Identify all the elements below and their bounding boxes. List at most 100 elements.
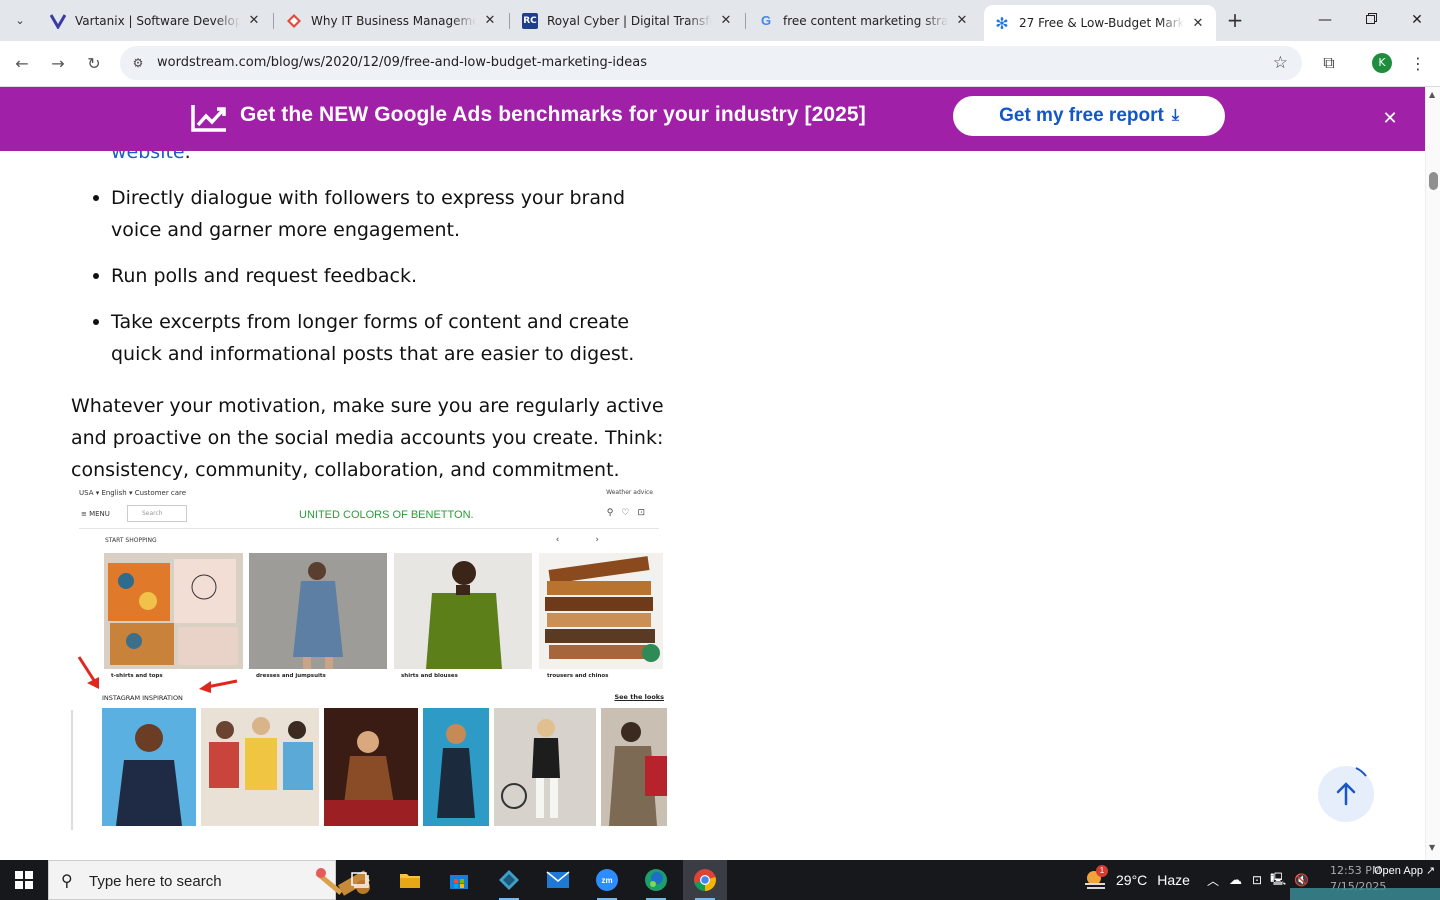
scroll-to-top-button[interactable] (1318, 766, 1374, 822)
arrow-left-icon: ← (15, 53, 29, 73)
chevron-up-icon[interactable]: ︿ (1207, 872, 1219, 889)
instagram-inspiration-label: INSTAGRAM INSPIRATION (102, 694, 183, 702)
annotation-arrows (77, 656, 238, 693)
chrome-icon (694, 869, 716, 891)
close-tab-icon[interactable]: ✕ (954, 13, 970, 28)
start-button[interactable] (0, 860, 48, 900)
close-icon: ✕ (1411, 12, 1423, 28)
windows-logo-icon (15, 871, 33, 889)
weather-widget[interactable]: 1 29°C Haze (1083, 860, 1190, 900)
minimize-icon: — (1318, 12, 1332, 28)
weather-description: Haze (1157, 872, 1190, 888)
open-app-button[interactable]: Open App ↗ (1374, 864, 1435, 877)
extensions-button[interactable]: ⧉ (1316, 50, 1342, 76)
site-settings-icon[interactable]: ⚙ (130, 55, 146, 71)
onedrive-icon[interactable]: ☁ (1229, 872, 1242, 888)
list-item: Take excerpts from longer forms of conte… (93, 306, 671, 370)
microsoft-store-button[interactable] (437, 860, 481, 900)
volume-muted-icon[interactable]: 🔇 (1294, 873, 1309, 887)
close-tab-icon[interactable]: ✕ (482, 13, 498, 28)
figure-carousel-arrows: ‹› (555, 535, 635, 545)
close-window-button[interactable]: ✕ (1394, 0, 1440, 40)
mail-button[interactable] (536, 860, 580, 900)
instagram-photo-6 (601, 708, 667, 826)
weather-haze-icon: 1 (1083, 865, 1109, 892)
task-view-button[interactable] (338, 860, 382, 900)
figure-brand: UNITED COLORS OF BENETTON. (299, 509, 474, 521)
tab-title: Why IT Business Management i (311, 13, 476, 28)
taskbar-search-box[interactable]: ⚲ Type here to search (48, 860, 370, 900)
figure-start-shopping: START SHOPPING (105, 537, 157, 544)
web-page: Get the NEW Google Ads benchmarks for yo… (0, 87, 1425, 860)
close-tab-icon[interactable]: ✕ (718, 13, 734, 28)
close-tab-icon[interactable]: ✕ (1190, 16, 1206, 31)
instagram-photo-3 (324, 708, 418, 826)
list-item: Run polls and request feedback. (93, 260, 671, 292)
arrow-right-icon: → (51, 53, 65, 73)
tab-vartanix[interactable]: Vartanix | Software Developmen ✕ (40, 5, 272, 36)
figure-menu: ≡ MENU (81, 510, 110, 518)
tab-search-button[interactable]: ⌄ (8, 8, 32, 32)
promo-banner: Get the NEW Google Ads benchmarks for yo… (0, 87, 1425, 151)
reload-button[interactable]: ↻ (80, 49, 108, 77)
chart-growth-icon (191, 105, 226, 132)
banner-headline: Get the NEW Google Ads benchmarks for yo… (240, 103, 866, 126)
arrow-up-icon (1336, 767, 1367, 806)
zoom-icon: zm (596, 869, 618, 891)
search-icon: ⚲ (61, 871, 73, 890)
minimize-button[interactable]: — (1302, 0, 1348, 40)
product-caption: dresses and jumpsuits (256, 673, 326, 679)
instagram-photo-1 (102, 708, 196, 826)
edge-icon (645, 869, 667, 891)
instagram-photo-5 (494, 708, 596, 826)
product-photo-shirts (394, 553, 532, 669)
article-paragraph: Whatever your motivation, make sure you … (71, 395, 664, 481)
restore-icon (1365, 12, 1377, 28)
tab-wordstream[interactable]: ✻ 27 Free & Low-Budget Marketi ✕ (984, 5, 1216, 41)
network-icon[interactable]: 🖳 (1270, 870, 1286, 891)
restore-button[interactable] (1348, 0, 1394, 40)
article-bullet-list: Directly dialogue with followers to expr… (93, 182, 671, 384)
instagram-photo-4 (423, 708, 489, 826)
edge-button[interactable] (634, 860, 678, 900)
google-icon: G (760, 13, 772, 28)
diamond-app-icon (499, 870, 519, 890)
url-text[interactable]: wordstream.com/blog/ws/2020/12/09/free-a… (157, 55, 647, 70)
browser-toolbar: ← → ↻ ⚙ wordstream.com/blog/ws/2020/12/0… (0, 41, 1440, 87)
kebab-menu-icon: ⋮ (1410, 53, 1426, 73)
bookmark-star-icon[interactable]: ☆ (1273, 53, 1288, 73)
app-diamond-button[interactable] (487, 860, 531, 900)
tab-google-search[interactable]: G free content marketing strateg ✕ (748, 5, 980, 36)
chrome-button[interactable] (683, 860, 727, 900)
task-view-icon (351, 872, 369, 888)
mail-icon (546, 871, 570, 888)
scroll-up-arrow-icon[interactable]: ▲ (1429, 90, 1435, 99)
forward-button[interactable]: → (44, 49, 72, 77)
scrollbar-thumb[interactable] (1429, 172, 1438, 190)
new-tab-button[interactable]: + (1222, 8, 1248, 34)
file-explorer-button[interactable] (388, 860, 432, 900)
browser-menu-button[interactable]: ⋮ (1405, 50, 1431, 76)
tab-title: free content marketing strateg (783, 13, 948, 28)
scroll-down-arrow-icon[interactable]: ▼ (1429, 843, 1435, 852)
zoom-button[interactable]: zm (585, 860, 629, 900)
figure-search: Search (127, 505, 187, 522)
page-scrollbar[interactable]: ▲ ▼ (1425, 87, 1440, 860)
download-icon: ⤓ (1171, 107, 1179, 124)
close-tab-icon[interactable]: ✕ (246, 13, 262, 28)
security-icon[interactable]: ⊡ (1252, 873, 1262, 887)
chevron-down-icon: ⌄ (15, 13, 25, 27)
free-report-button[interactable]: Get my free report ⤓ (953, 96, 1225, 136)
tab-title: Royal Cyber | Digital Transform (547, 13, 712, 28)
store-icon (450, 875, 468, 889)
profile-avatar[interactable]: K (1372, 53, 1392, 73)
see-the-looks-link: See the looks (614, 693, 664, 701)
address-bar[interactable]: ⚙ wordstream.com/blog/ws/2020/12/09/free… (120, 46, 1302, 80)
folder-icon (400, 874, 420, 888)
tab-royal-cyber[interactable]: RC Royal Cyber | Digital Transform ✕ (512, 5, 744, 36)
banner-close-icon[interactable]: ✕ (1380, 109, 1400, 129)
back-button[interactable]: ← (8, 49, 36, 77)
cta-label: Get my free report (999, 105, 1164, 126)
tab-itbm[interactable]: Why IT Business Management i ✕ (276, 5, 508, 36)
product-caption: trousers and chinos (547, 673, 609, 679)
